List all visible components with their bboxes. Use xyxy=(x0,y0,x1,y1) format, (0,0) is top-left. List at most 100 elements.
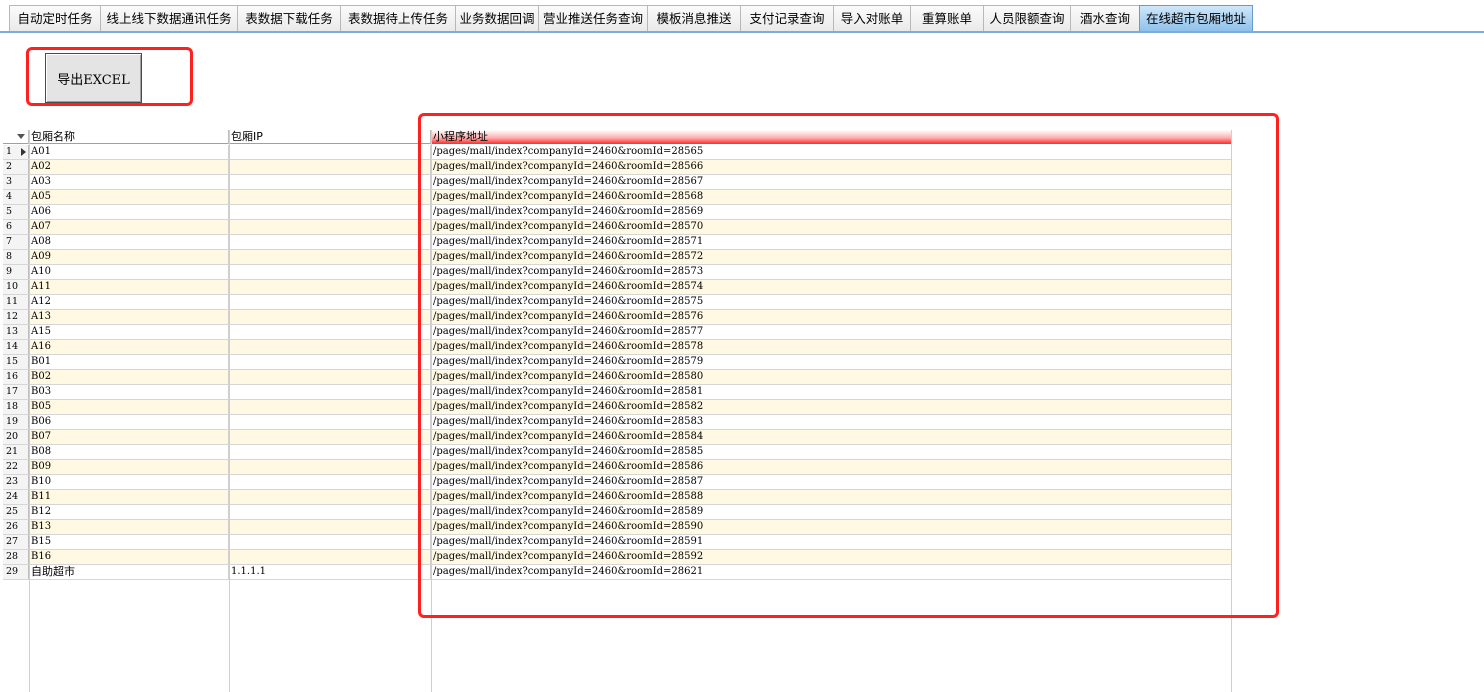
row-number[interactable]: 21 xyxy=(3,445,29,459)
table-row[interactable]: 17 B03/pages/mall/index?companyId=2460&ro… xyxy=(3,385,1232,400)
cell-room-name[interactable]: B12 xyxy=(29,505,229,519)
cell-room-ip[interactable] xyxy=(229,310,431,324)
cell-miniprogram-url[interactable]: /pages/mall/index?companyId=2460&roomId=… xyxy=(431,295,1232,309)
cell-room-ip[interactable] xyxy=(229,340,431,354)
cell-room-name[interactable]: A15 xyxy=(29,325,229,339)
row-number[interactable]: 19 xyxy=(3,415,29,429)
cell-room-ip[interactable] xyxy=(229,475,431,489)
cell-room-name[interactable]: B16 xyxy=(29,550,229,564)
table-row[interactable]: 26 B13/pages/mall/index?companyId=2460&ro… xyxy=(3,520,1232,535)
table-row[interactable]: 12 A13/pages/mall/index?companyId=2460&ro… xyxy=(3,310,1232,325)
cell-room-ip[interactable] xyxy=(229,550,431,564)
cell-miniprogram-url[interactable]: /pages/mall/index?companyId=2460&roomId=… xyxy=(431,565,1232,579)
table-row[interactable]: 19 B06/pages/mall/index?companyId=2460&ro… xyxy=(3,415,1232,430)
row-number[interactable]: 23 xyxy=(3,475,29,489)
tab-4[interactable]: 表数据待上传任务 xyxy=(340,5,456,32)
table-row[interactable]: 22 B09/pages/mall/index?companyId=2460&ro… xyxy=(3,460,1232,475)
cell-room-name[interactable]: A02 xyxy=(29,160,229,174)
cell-miniprogram-url[interactable]: /pages/mall/index?companyId=2460&roomId=… xyxy=(431,415,1232,429)
row-number[interactable]: 5 xyxy=(3,205,29,219)
row-number[interactable]: 4 xyxy=(3,190,29,204)
grid-corner-selector[interactable] xyxy=(3,130,29,144)
cell-room-ip[interactable] xyxy=(229,355,431,369)
row-number[interactable]: 7 xyxy=(3,235,29,249)
cell-room-ip[interactable] xyxy=(229,385,431,399)
row-number[interactable]: 9 xyxy=(3,265,29,279)
cell-room-name[interactable]: A16 xyxy=(29,340,229,354)
cell-room-name[interactable]: A05 xyxy=(29,190,229,204)
cell-room-name[interactable]: B01 xyxy=(29,355,229,369)
row-number[interactable]: 26 xyxy=(3,520,29,534)
row-number[interactable]: 20 xyxy=(3,430,29,444)
tab-6[interactable]: 营业推送任务查询 xyxy=(538,5,648,32)
table-row[interactable]: 13 A15/pages/mall/index?companyId=2460&ro… xyxy=(3,325,1232,340)
cell-miniprogram-url[interactable]: /pages/mall/index?companyId=2460&roomId=… xyxy=(431,370,1232,384)
cell-room-name[interactable]: A07 xyxy=(29,220,229,234)
table-row[interactable]: 14 A16/pages/mall/index?companyId=2460&ro… xyxy=(3,340,1232,355)
column-header-room-name[interactable]: 包厢名称 xyxy=(29,130,229,144)
row-number[interactable]: 10 xyxy=(3,280,29,294)
cell-room-ip[interactable] xyxy=(229,250,431,264)
cell-room-ip[interactable] xyxy=(229,175,431,189)
table-row[interactable]: 21 B08/pages/mall/index?companyId=2460&ro… xyxy=(3,445,1232,460)
cell-room-ip[interactable] xyxy=(229,415,431,429)
cell-miniprogram-url[interactable]: /pages/mall/index?companyId=2460&roomId=… xyxy=(431,310,1232,324)
cell-miniprogram-url[interactable]: /pages/mall/index?companyId=2460&roomId=… xyxy=(431,265,1232,279)
row-number[interactable]: 2 xyxy=(3,160,29,174)
cell-room-name[interactable]: A08 xyxy=(29,235,229,249)
tab-13[interactable]: 在线超市包厢地址 xyxy=(1139,5,1253,32)
table-row[interactable]: 10 A11/pages/mall/index?companyId=2460&ro… xyxy=(3,280,1232,295)
row-number[interactable]: 18 xyxy=(3,400,29,414)
cell-room-ip[interactable] xyxy=(229,160,431,174)
tab-8[interactable]: 支付记录查询 xyxy=(740,5,834,32)
cell-room-name[interactable]: A01 xyxy=(29,145,229,159)
row-number[interactable]: 15 xyxy=(3,355,29,369)
row-number[interactable]: 17 xyxy=(3,385,29,399)
table-row[interactable]: 8 A09/pages/mall/index?companyId=2460&roo… xyxy=(3,250,1232,265)
cell-room-ip[interactable] xyxy=(229,295,431,309)
cell-miniprogram-url[interactable]: /pages/mall/index?companyId=2460&roomId=… xyxy=(431,385,1232,399)
cell-miniprogram-url[interactable]: /pages/mall/index?companyId=2460&roomId=… xyxy=(431,445,1232,459)
cell-room-ip[interactable] xyxy=(229,220,431,234)
cell-room-name[interactable]: B13 xyxy=(29,520,229,534)
table-row[interactable]: 2 A02/pages/mall/index?companyId=2460&roo… xyxy=(3,160,1232,175)
row-number[interactable]: 24 xyxy=(3,490,29,504)
table-row[interactable]: 25 B12/pages/mall/index?companyId=2460&ro… xyxy=(3,505,1232,520)
tab-12[interactable]: 酒水查询 xyxy=(1070,5,1140,32)
cell-room-ip[interactable] xyxy=(229,520,431,534)
row-number[interactable]: 6 xyxy=(3,220,29,234)
cell-room-ip[interactable] xyxy=(229,400,431,414)
table-row[interactable]: 7 A08/pages/mall/index?companyId=2460&roo… xyxy=(3,235,1232,250)
cell-room-name[interactable]: B09 xyxy=(29,460,229,474)
cell-room-ip[interactable] xyxy=(229,445,431,459)
table-row[interactable]: 27 B15/pages/mall/index?companyId=2460&ro… xyxy=(3,535,1232,550)
cell-miniprogram-url[interactable]: /pages/mall/index?companyId=2460&roomId=… xyxy=(431,460,1232,474)
row-number[interactable]: 27 xyxy=(3,535,29,549)
row-number[interactable]: 8 xyxy=(3,250,29,264)
export-excel-button[interactable]: 导出EXCEL xyxy=(45,53,142,103)
cell-room-name[interactable]: A12 xyxy=(29,295,229,309)
table-row[interactable]: 11 A12/pages/mall/index?companyId=2460&ro… xyxy=(3,295,1232,310)
cell-miniprogram-url[interactable]: /pages/mall/index?companyId=2460&roomId=… xyxy=(431,145,1232,159)
cell-room-name[interactable]: A10 xyxy=(29,265,229,279)
cell-miniprogram-url[interactable]: /pages/mall/index?companyId=2460&roomId=… xyxy=(431,355,1232,369)
table-row[interactable]: 24 B11/pages/mall/index?companyId=2460&ro… xyxy=(3,490,1232,505)
cell-room-ip[interactable] xyxy=(229,460,431,474)
cell-room-name[interactable]: B08 xyxy=(29,445,229,459)
tab-9[interactable]: 导入对账单 xyxy=(833,5,911,32)
table-row[interactable]: 20 B07/pages/mall/index?companyId=2460&ro… xyxy=(3,430,1232,445)
cell-miniprogram-url[interactable]: /pages/mall/index?companyId=2460&roomId=… xyxy=(431,490,1232,504)
cell-room-name[interactable]: B02 xyxy=(29,370,229,384)
cell-room-name[interactable]: B10 xyxy=(29,475,229,489)
tab-1[interactable]: 自动定时任务 xyxy=(9,5,101,32)
table-row[interactable]: 1 A01/pages/mall/index?companyId=2460&roo… xyxy=(3,145,1232,160)
table-row[interactable]: 16 B02/pages/mall/index?companyId=2460&ro… xyxy=(3,370,1232,385)
cell-room-name[interactable]: A06 xyxy=(29,205,229,219)
cell-room-ip[interactable] xyxy=(229,190,431,204)
row-number[interactable]: 14 xyxy=(3,340,29,354)
tab-5[interactable]: 业务数据回调 xyxy=(455,5,539,32)
cell-room-name[interactable]: B07 xyxy=(29,430,229,444)
cell-miniprogram-url[interactable]: /pages/mall/index?companyId=2460&roomId=… xyxy=(431,535,1232,549)
tab-3[interactable]: 表数据下载任务 xyxy=(237,5,341,32)
cell-miniprogram-url[interactable]: /pages/mall/index?companyId=2460&roomId=… xyxy=(431,400,1232,414)
